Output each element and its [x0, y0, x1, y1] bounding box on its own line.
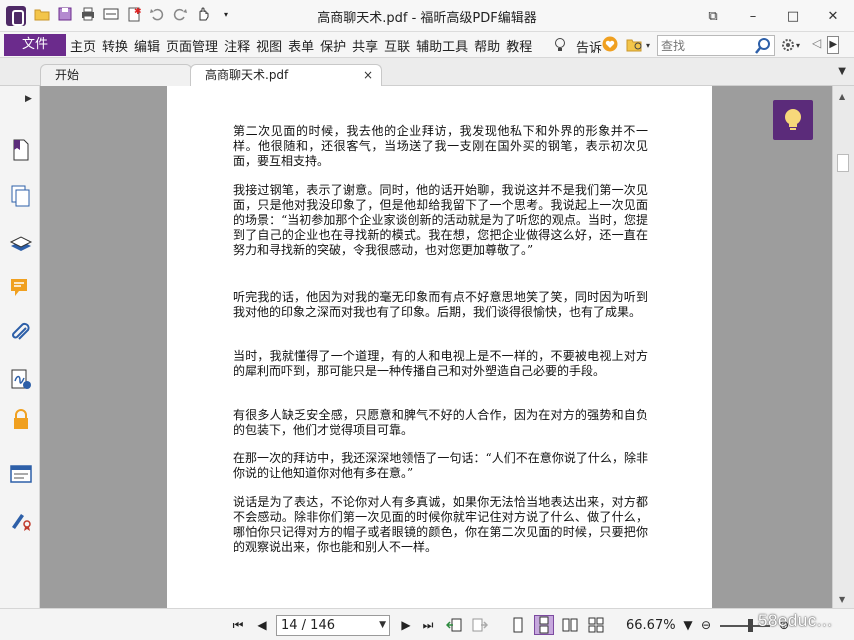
menu-item[interactable]: 主页: [70, 36, 96, 55]
tell-me-bulb-icon[interactable]: [552, 37, 568, 53]
status-bar: ⏮ ◀ 14 / 146 ▼ ▶ ⏭ 66.67% ▼ ⊖ ⊕: [0, 608, 854, 640]
close-button[interactable]: ✕: [822, 7, 844, 25]
heart-icon[interactable]: [602, 36, 618, 52]
menu-item[interactable]: 转换: [102, 36, 128, 55]
page-paragraph: 在那一次的拜访中，我还深深地领悟了一句话：“人们不在意你说了什么，除非你说的让他…: [233, 451, 648, 480]
chevron-left-icon[interactable]: ◁: [812, 36, 821, 54]
page-paragraph: 有很多人缺乏安全感，只愿意和脾气不好的人合作，因为在对方的强势和自负的包装下，他…: [233, 408, 648, 437]
page-paragraph: 说话是为了表达，不论你对人有多真诚，如果你无法恰当地表达出来，对方都不会感动。除…: [233, 495, 648, 554]
menu-bar: 文件 主页 转换 编辑 页面管理 注释 视图 表单 保护 共享 互联 辅助工具 …: [0, 32, 854, 58]
last-page-button[interactable]: ⏭: [420, 617, 436, 633]
menu-item[interactable]: 帮助: [474, 36, 500, 55]
app-window: ✱ ▾ 高商聊天术.pdf - 福昕高级PDF编辑器 ⧉ – □ ✕ 文件 主页…: [0, 0, 854, 640]
chevron-right-icon[interactable]: ▶: [827, 36, 840, 54]
zoom-level[interactable]: 66.67%: [626, 618, 676, 633]
scroll-up-icon[interactable]: ▲: [839, 92, 845, 101]
page-paragraph: 我接过钢笔，表示了谢意。同时，他的话开始聊，我说这并不是我们第一次见面，只是他对…: [233, 183, 648, 257]
continuous-facing-view-icon[interactable]: [588, 617, 604, 633]
menu-item[interactable]: 互联: [384, 36, 410, 55]
pages-icon[interactable]: [9, 184, 33, 208]
security-icon[interactable]: [9, 408, 33, 432]
tab-start[interactable]: 开始: [40, 64, 192, 86]
previous-view-icon[interactable]: [445, 617, 462, 633]
continuous-view-icon[interactable]: [534, 615, 554, 635]
page-paragraph: 听完我的话，他因为对我的毫无印象而有点不好意思地笑了笑，同时因为听到我对他的印象…: [233, 290, 648, 319]
ribbon-scroll: ◁ ▶: [812, 36, 840, 54]
bookmark-icon[interactable]: [9, 138, 33, 162]
window-controls: ⧉ – □ ✕: [702, 7, 844, 25]
menu-item[interactable]: 共享: [352, 36, 378, 55]
zoom-dropdown-icon[interactable]: ▼: [680, 617, 696, 633]
svg-text:▾: ▾: [796, 41, 800, 50]
minimize-button[interactable]: –: [742, 7, 764, 25]
menu-items: 主页 转换 编辑 页面管理 注释 视图 表单 保护 共享 互联 辅助工具 帮助 …: [70, 36, 532, 55]
page-number-text: 14 / 146: [281, 618, 335, 633]
navigation-panel: ▶: [0, 86, 40, 640]
watermark-text: 58educ...: [758, 611, 833, 630]
attachments-icon[interactable]: [9, 322, 33, 346]
folder-search-icon[interactable]: ▾: [626, 36, 654, 54]
layers-icon[interactable]: [9, 230, 33, 254]
menu-item[interactable]: 表单: [288, 36, 314, 55]
tab-bar: 开始 高商聊天术.pdf × ▼: [0, 58, 854, 86]
prev-page-button[interactable]: ◀: [254, 617, 270, 633]
page-number-field[interactable]: 14 / 146 ▼: [276, 615, 390, 636]
destinations-icon[interactable]: [9, 508, 33, 532]
tab-label: 开始: [55, 68, 80, 82]
first-page-button[interactable]: ⏮: [230, 617, 246, 633]
menu-item[interactable]: 视图: [256, 36, 282, 55]
search-box: [657, 35, 775, 56]
gear-icon[interactable]: ▾: [780, 36, 804, 54]
ribbon-toggle-icon[interactable]: ⧉: [702, 7, 724, 25]
zoom-slider-handle[interactable]: [748, 619, 753, 632]
svg-text:▾: ▾: [646, 41, 650, 50]
tab-list-dropdown-icon[interactable]: ▼: [838, 66, 846, 77]
page-paragraph: 第二次见面的时候，我去他的企业拜访，我发现他私下和外界的形象并不一样。他很随和，…: [233, 124, 648, 168]
content-icon[interactable]: [9, 462, 33, 486]
facing-view-icon[interactable]: [562, 617, 578, 633]
lightbulb-tip-button[interactable]: [773, 100, 813, 140]
next-view-icon[interactable]: [472, 617, 489, 633]
tell-me-label[interactable]: 告诉: [576, 37, 602, 56]
pdf-page: 第二次见面的时候，我去他的企业拜访，我发现他私下和外界的形象并不一样。他很随和，…: [167, 86, 712, 608]
file-menu-button[interactable]: 文件: [4, 34, 66, 56]
vertical-scrollbar[interactable]: ▲ ▼: [832, 86, 854, 608]
menu-item[interactable]: 页面管理: [166, 36, 218, 55]
maximize-button[interactable]: □: [782, 7, 804, 25]
close-icon[interactable]: ×: [363, 65, 373, 85]
menu-item[interactable]: 教程: [506, 36, 532, 55]
panel-expand-icon[interactable]: ▶: [25, 94, 32, 104]
lightbulb-icon: [785, 109, 801, 130]
single-page-view-icon[interactable]: [510, 617, 526, 633]
scroll-down-icon[interactable]: ▼: [839, 595, 845, 604]
scroll-thumb[interactable]: [837, 154, 849, 172]
next-page-button[interactable]: ▶: [398, 617, 414, 633]
title-bar: ✱ ▾ 高商聊天术.pdf - 福昕高级PDF编辑器 ⧉ – □ ✕: [0, 0, 854, 32]
page-paragraph: 当时，我就懂得了一个道理，有的人和电视上是不一样的，不要被电视上对方的犀利而吓到…: [233, 349, 648, 378]
menu-item[interactable]: 辅助工具: [416, 36, 468, 55]
tab-label: 高商聊天术.pdf: [205, 68, 289, 82]
tab-document[interactable]: 高商聊天术.pdf ×: [190, 64, 382, 86]
zoom-out-icon[interactable]: ⊖: [698, 617, 714, 633]
comments-icon[interactable]: [9, 276, 33, 300]
search-input[interactable]: [661, 38, 756, 54]
signatures-icon[interactable]: [9, 368, 33, 392]
page-dropdown-icon[interactable]: ▼: [379, 616, 386, 635]
search-icon[interactable]: [754, 37, 772, 55]
menu-item[interactable]: 编辑: [134, 36, 160, 55]
menu-item[interactable]: 注释: [224, 36, 250, 55]
menu-item[interactable]: 保护: [320, 36, 346, 55]
document-viewport[interactable]: 第二次见面的时候，我去他的企业拜访，我发现他私下和外界的形象并不一样。他很随和，…: [40, 86, 832, 608]
